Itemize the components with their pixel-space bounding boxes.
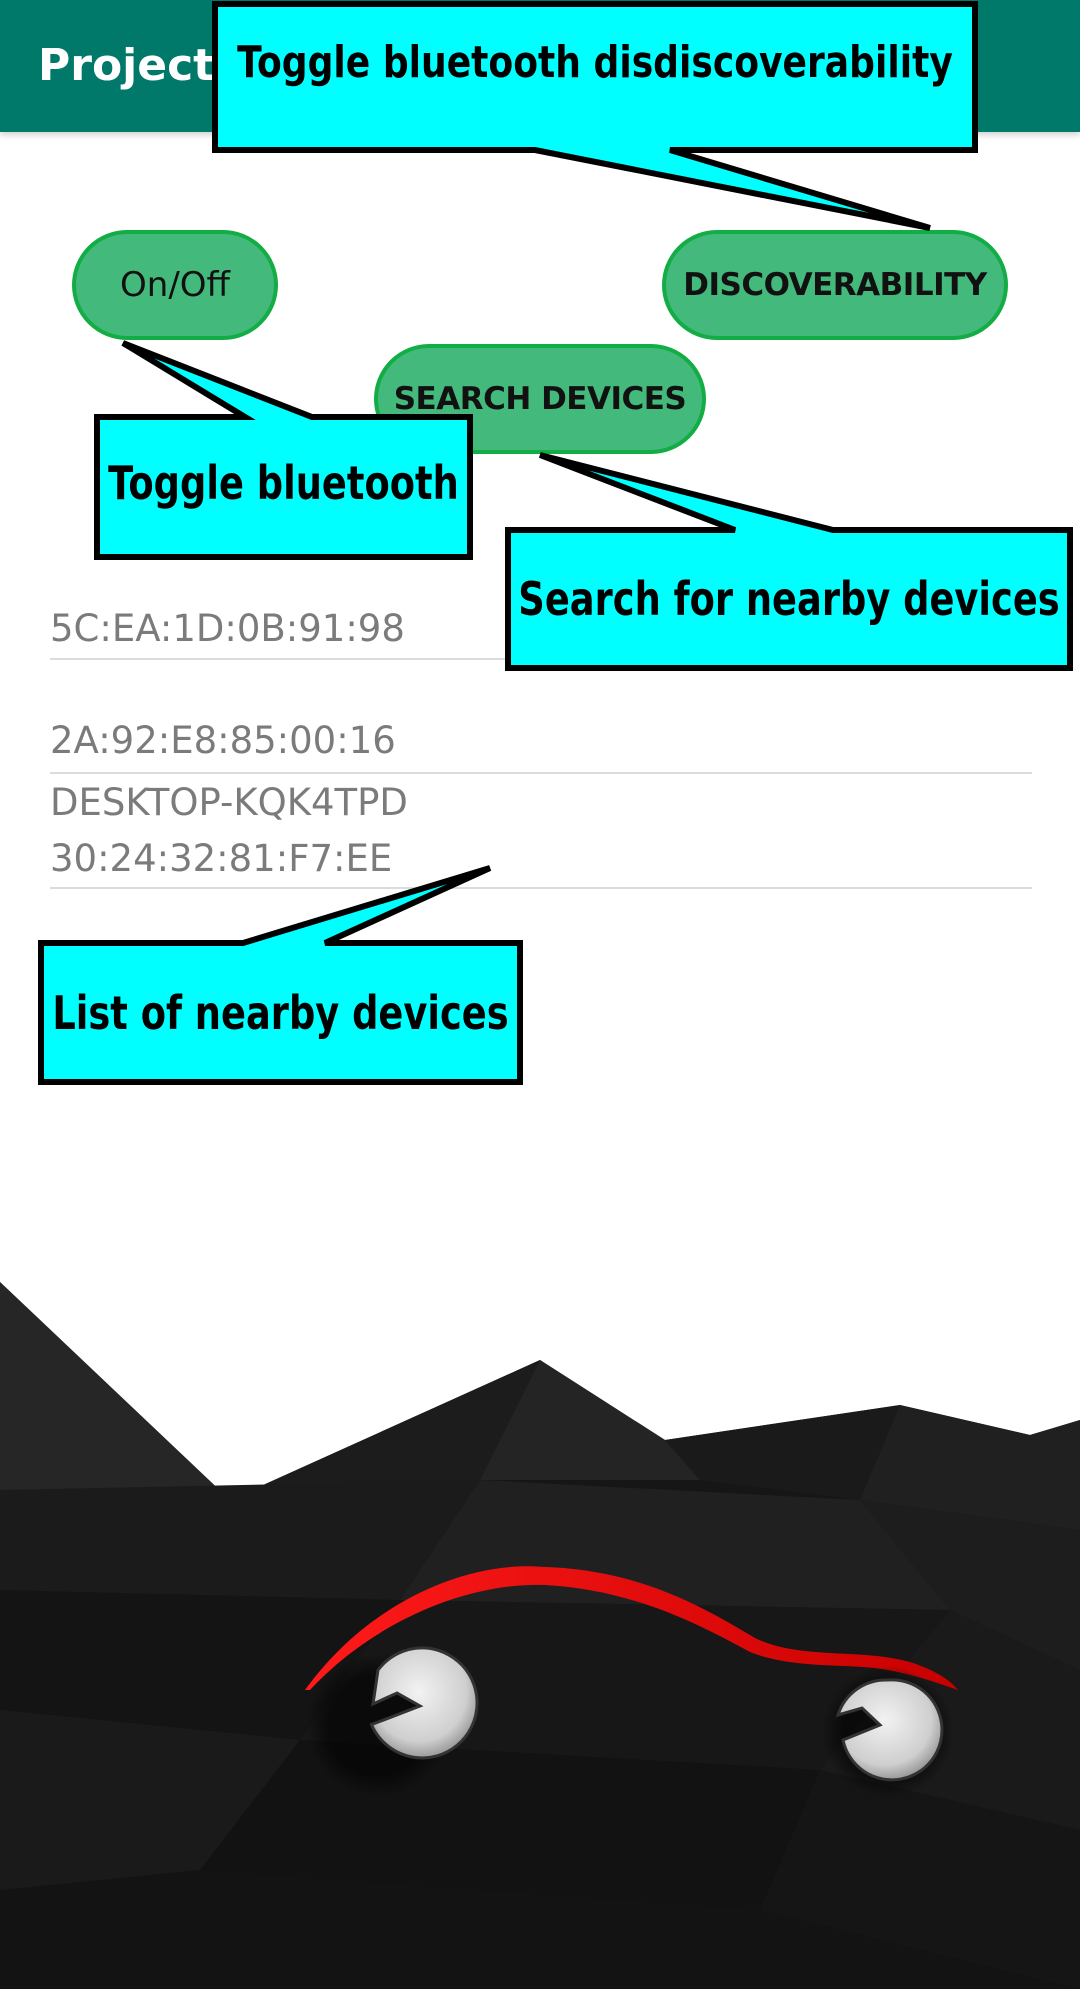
list-item[interactable]: 2A:92:E8:85:00:16 [50, 660, 1032, 774]
device-address: 30:24:32:81:F7:EE [50, 837, 393, 880]
device-address: 5C:EA:1D:0B:91:98 [50, 607, 405, 650]
mountain-facet [0, 1480, 480, 1600]
app-screen: Project On/Off DISCOVERABILITY SEARCH DE… [0, 0, 1080, 1989]
list-item[interactable]: DESKTOP-KQK4TPD 30:24:32:81:F7:EE [50, 774, 1032, 889]
discoverability-button[interactable]: DISCOVERABILITY [662, 230, 1008, 340]
device-name: DESKTOP-KQK4TPD [50, 781, 408, 824]
callout-search-text: Search for nearby devices [518, 572, 1060, 626]
device-address: 2A:92:E8:85:00:16 [50, 719, 396, 762]
callout-bluetooth-text: Toggle bluetooth [108, 456, 459, 510]
mountain-facet [0, 1282, 230, 1500]
app-title: Project [38, 40, 215, 91]
on-off-button[interactable]: On/Off [72, 230, 278, 340]
callout-discoverability-text: Toggle bluetooth disdiscoverability [237, 36, 953, 88]
car-logo-background [0, 1282, 1080, 1989]
callout-list-text: List of nearby devices [52, 985, 509, 1040]
